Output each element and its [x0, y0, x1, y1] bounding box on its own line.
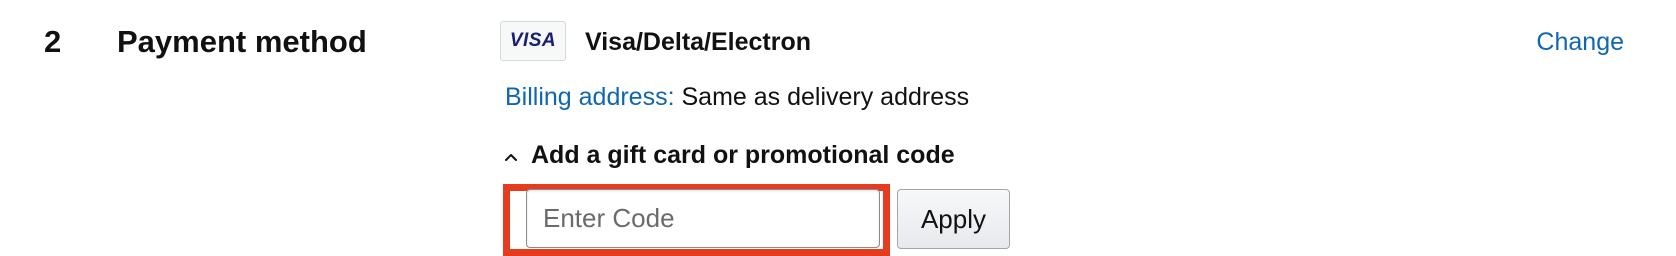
promo-code-toggle-label: Add a gift card or promotional code [531, 141, 955, 169]
step-number: 2 [44, 24, 62, 59]
visa-logo-text: VISA [509, 30, 557, 51]
card-name: Visa/Delta/Electron [585, 28, 812, 56]
billing-address: Billing address: Same as delivery addres… [505, 80, 969, 114]
apply-button[interactable]: Apply [897, 189, 1010, 249]
promo-code-toggle[interactable]: Add a gift card or promotional code [503, 138, 955, 172]
section-title: Payment method [117, 24, 367, 59]
promo-code-input[interactable] [526, 189, 880, 248]
visa-card-logo: VISA [500, 21, 566, 61]
billing-address-value: Same as delivery address [681, 83, 970, 111]
chevron-up-icon [505, 154, 517, 161]
billing-address-label: Billing address: [505, 83, 675, 111]
change-payment-link[interactable]: Change [1536, 26, 1624, 58]
